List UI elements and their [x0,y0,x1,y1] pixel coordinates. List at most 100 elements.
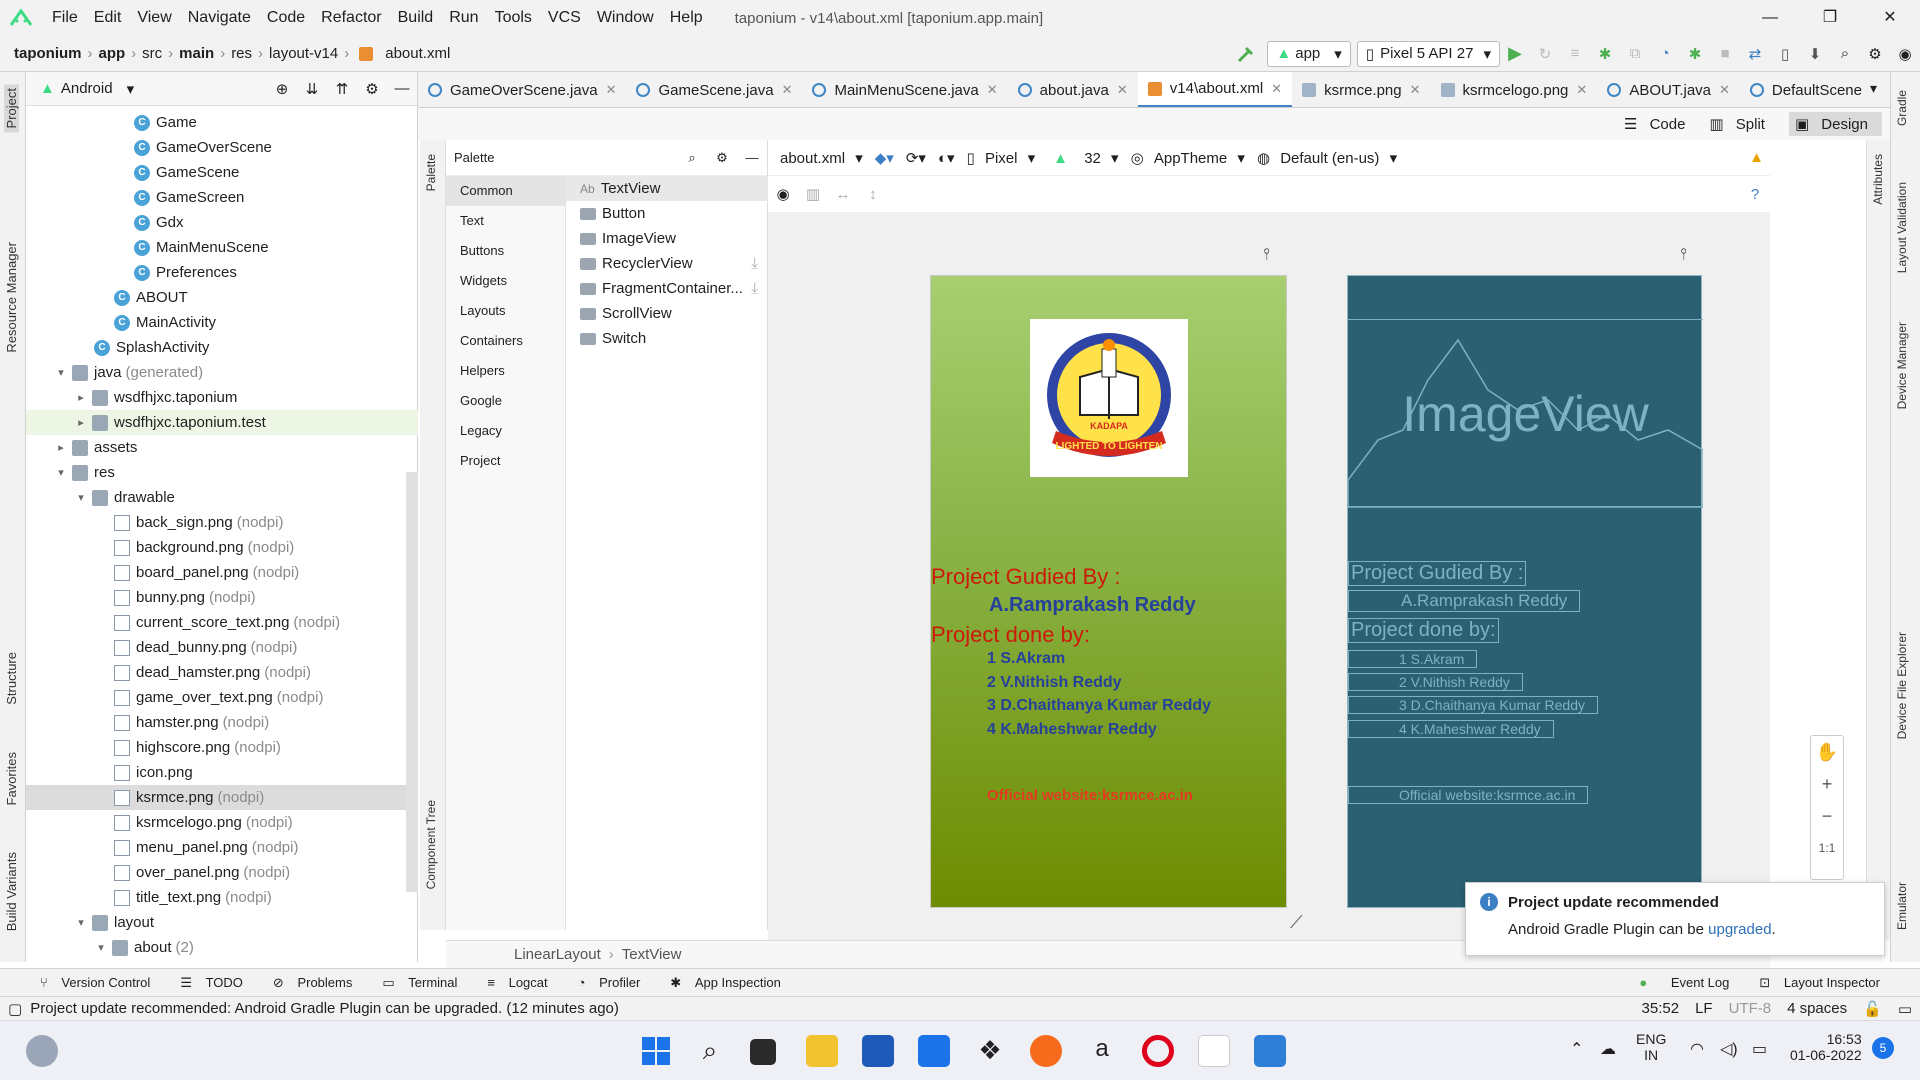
tree-file-item[interactable]: menu_panel.png (nodpi) [26,835,418,860]
apply-code-changes-icon[interactable]: ≡ [1564,43,1586,65]
palette-item[interactable]: Ab TextView [566,176,768,201]
tree-file-item[interactable]: back_sign.png (nodpi) [26,510,418,535]
favorites-tab[interactable]: Favorites [4,752,19,805]
menu-window[interactable]: Window [597,9,654,27]
guided-label[interactable]: Project Gudied By : [931,564,1121,590]
palette-category[interactable]: Layouts [446,296,565,326]
account-icon[interactable]: ◉ [1894,43,1916,65]
wifi-icon[interactable]: ◠ [1690,1039,1704,1059]
editor-tab[interactable]: about.java ✕ [1008,72,1138,107]
palette-category[interactable]: Legacy [446,416,565,446]
collapse-all-icon[interactable]: ⇈ [331,78,353,100]
done-label[interactable]: Project done by: [931,622,1090,648]
editor-tab[interactable]: ABOUT.java ✕ [1597,72,1740,107]
tree-class-item[interactable]: C GameScene [26,160,418,185]
editor-tab[interactable]: DefaultScene [1740,72,1872,107]
tree-file-item[interactable]: background.png (nodpi) [26,535,418,560]
editor-tab[interactable]: GameScene.java ✕ [626,72,802,107]
close-tab-icon[interactable]: ✕ [1576,82,1587,98]
palette-category[interactable]: Widgets [446,266,565,296]
design-preview[interactable]: KADAPA LIGHTED TO LIGHTEN Project Gudied… [930,275,1287,908]
chevron-right-icon[interactable]: ▸ [74,391,88,404]
tree-file-item[interactable]: ksrmce.png (nodpi) [26,785,418,810]
build-variants-tab[interactable]: Build Variants [4,852,19,931]
resource-manager-tab[interactable]: Resource Manager [4,242,19,353]
hammer-icon[interactable] [1235,43,1257,65]
firefox-icon[interactable] [1030,1035,1062,1067]
gear-icon[interactable]: ⚙ [361,78,383,100]
problems-tab[interactable]: ⊘ Problems [273,975,362,991]
editor-tab[interactable]: v14\about.xml ✕ [1137,72,1293,107]
update-notification[interactable]: i Project update recommended Android Gra… [1465,882,1885,956]
menu-view[interactable]: View [137,9,171,27]
editor-tab[interactable]: MainMenuScene.java ✕ [802,72,1007,107]
tree-folder-item[interactable]: ▾ java (generated) [26,360,418,385]
gradle-tab[interactable]: Gradle [1895,90,1909,126]
locate-icon[interactable]: ⊕ [271,78,293,100]
member-1[interactable]: 1 S.Akram [987,650,1065,668]
file-explorer-icon[interactable] [806,1035,838,1067]
start-icon[interactable] [640,1035,672,1067]
split-mode-button[interactable]: ▥ Split [1709,115,1773,133]
palette-item[interactable]: ScrollView [566,301,768,326]
breadcrumb-module[interactable]: app [99,45,126,62]
website-text[interactable]: Official website:ksrmce.ac.in [987,787,1193,804]
breadcrumb-src[interactable]: src [142,45,162,62]
member-2[interactable]: 2 V.Nithish Reddy [987,674,1122,692]
tree-folder-item[interactable]: ▸ wsdfhjxc.taponium [26,385,418,410]
emulator-tab[interactable]: Emulator [1895,882,1909,930]
logcat-tab[interactable]: ≡ Logcat [487,975,557,990]
app-inspection-tab[interactable]: ✱ App Inspection [670,975,791,991]
palette-category[interactable]: Google [446,386,565,416]
menu-help[interactable]: Help [670,9,703,27]
guide-name[interactable]: A.Ramprakash Reddy [989,594,1196,617]
clock[interactable]: 16:53 01-06-2022 [1790,1031,1862,1063]
zoom-out-icon[interactable]: − [1811,800,1843,832]
close-tab-icon[interactable]: ✕ [1719,82,1730,98]
bp-guide-name[interactable]: A.Ramprakash Reddy [1348,590,1581,612]
menu-vcs[interactable]: VCS [548,9,581,27]
help-icon[interactable]: ? [1744,183,1766,205]
search-icon[interactable]: ⌕ [694,1035,726,1067]
palette-item[interactable]: Switch [566,326,768,351]
scrollbar[interactable] [406,472,418,892]
layout-validation-tab[interactable]: Layout Validation [1895,182,1909,273]
palette-category[interactable]: Containers [446,326,565,356]
bp-member-4[interactable]: 4 K.Maheshwar Reddy [1348,720,1554,738]
tree-folder-item[interactable]: ▸ wsdfhjxc.taponium.test [26,410,418,435]
bp-website-text[interactable]: Official website:ksrmce.ac.in [1348,786,1589,804]
status-toggle-icon[interactable]: ▢ [8,1000,22,1018]
breadcrumb-project[interactable]: taponium [14,45,82,62]
component-tree-tab[interactable]: Component Tree [424,800,438,889]
hide-icon[interactable]: — [391,78,413,100]
menu-file[interactable]: File [52,9,78,27]
run-config-select[interactable]: ▲ app ▾ [1267,40,1351,67]
menu-run[interactable]: Run [449,9,478,27]
sync-gradle-icon[interactable]: ⇄ [1744,43,1766,65]
bp-member-3[interactable]: 3 D.Chaithanya Kumar Reddy [1348,696,1598,714]
code-mode-button[interactable]: ☰ Code [1624,115,1693,133]
download-icon[interactable]: ⤓ [751,280,758,297]
tree-file-item[interactable]: board_panel.png (nodpi) [26,560,418,585]
tree-file-item[interactable]: icon.png [26,760,418,785]
breadcrumb-main[interactable]: main [179,45,214,62]
close-tab-icon[interactable]: ✕ [1271,81,1282,97]
dropbox-icon[interactable]: ❖ [974,1035,1006,1067]
theme-dropdown[interactable]: ◎ AppTheme ▾ [1131,149,1245,167]
status-message[interactable]: Project update recommended: Android Grad… [30,1000,619,1017]
palette-item[interactable]: Button [566,201,768,226]
warning-icon[interactable]: ▲ [1749,149,1764,166]
debug-icon[interactable]: ✱ [1594,43,1616,65]
breadcrumb-file[interactable]: about.xml [385,45,450,62]
device-select[interactable]: ▯ Pixel 5 API 27 ▾ [1356,40,1500,67]
encoding[interactable]: UTF-8 [1729,1000,1772,1017]
menu-code[interactable]: Code [267,9,305,27]
pan-hand-icon[interactable]: ✋ [1811,736,1843,768]
tree-class-item[interactable]: C Game [26,110,418,135]
orientation-icon[interactable]: ⟳▾ [906,149,926,167]
vertical-resize-icon[interactable]: ↕ [862,183,884,205]
zoom-in-icon[interactable]: + [1811,768,1843,800]
tree-class-item[interactable]: C SplashActivity [26,335,418,360]
android-studio-taskbar-icon[interactable] [1198,1035,1230,1067]
structure-tab[interactable]: Structure [4,652,19,705]
